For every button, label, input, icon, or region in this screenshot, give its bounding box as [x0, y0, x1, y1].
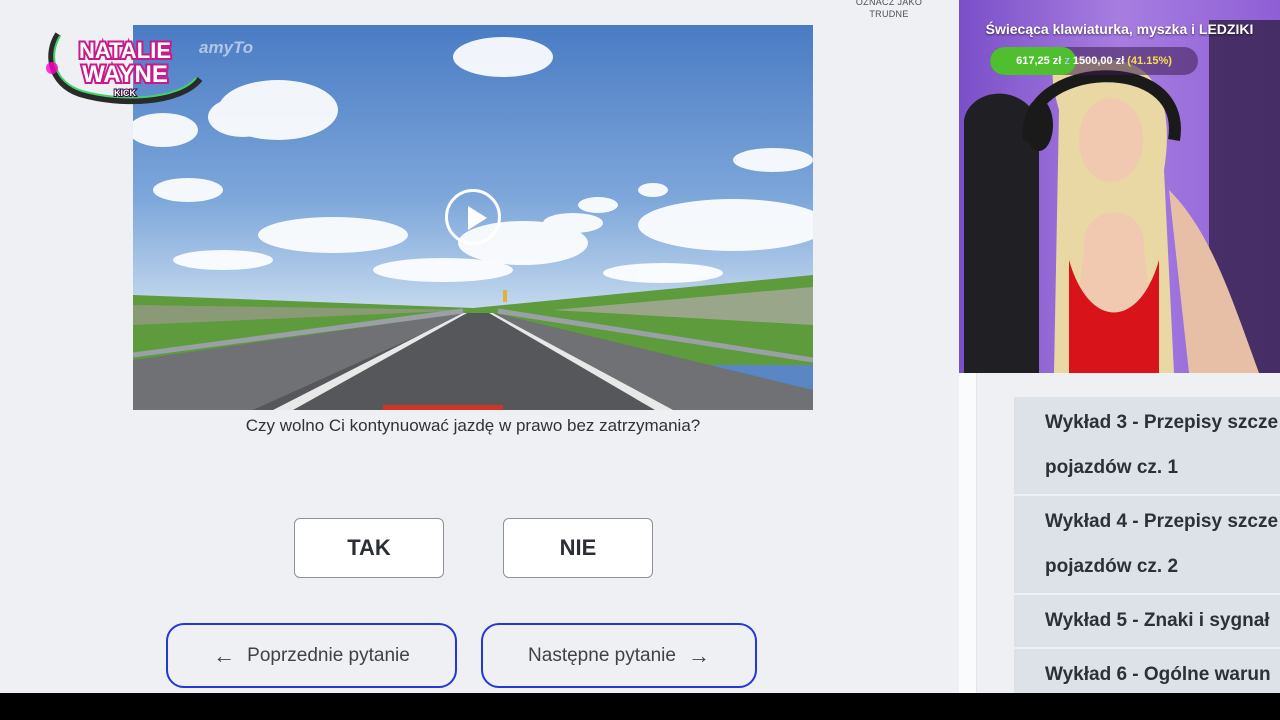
answer-no-button[interactable]: NIE — [503, 518, 653, 578]
lecture-title: Wykład 4 - Przepisy szcze — [1045, 511, 1279, 532]
lecture-subtitle: pojazdów cz. 2 — [1045, 556, 1179, 577]
goal-separator: z — [1064, 55, 1070, 67]
previous-question-label: Poprzednie pytanie — [247, 644, 410, 666]
lecture-subtitle: pojazdów cz. 1 — [1045, 457, 1179, 478]
donation-goal-title: Świecąca klawiaturka, myszka i LEDZIKI — [985, 21, 1254, 37]
previous-question-button[interactable]: ← Poprzednie pytanie — [166, 623, 457, 688]
question-video[interactable]: amyTo — [133, 25, 813, 410]
goal-percent: (41.15%) — [1127, 55, 1172, 67]
webcam-overlay: Świecąca klawiaturka, myszka i LEDZIKI 6… — [959, 0, 1280, 373]
lecture-title: Wykład 5 - Znaki i sygnał — [1045, 610, 1270, 631]
donation-goal-progress: 617,25 zł z 1500,00 zł (41.15%) — [990, 47, 1198, 75]
next-question-button[interactable]: Następne pytanie → — [481, 623, 757, 688]
arrow-left-icon: ← — [213, 642, 236, 668]
lecture-item-4[interactable]: Wykład 4 - Przepisy szcze pojazdów cz. 2 — [1014, 496, 1280, 595]
logo-line3: KICK — [114, 88, 136, 98]
lecture-title: Wykład 3 - Przepisy szcze — [1045, 412, 1279, 433]
screen-bottom-bar — [0, 693, 1280, 720]
arrow-right-icon: → — [687, 642, 710, 668]
question-text: Czy wolno Ci kontynuować jazdę w prawo b… — [245, 416, 701, 435]
logo-line1: NATALIE — [79, 38, 171, 63]
mark-as-hard-button[interactable]: OZNACZ JAKO TRUDNE — [848, 0, 930, 20]
logo-line2: WAYNE — [82, 61, 168, 88]
lecture-item-5[interactable]: Wykład 5 - Znaki i sygnał — [1014, 595, 1280, 649]
lecture-list: Wykład 3 - Przepisy szcze pojazdów cz. 1… — [1014, 397, 1280, 693]
quiz-page: OZNACZ JAKO TRUDNE amyTo NATALIE WAYNE K… — [0, 0, 960, 693]
lecture-title: Wykład 6 - Ogólne warun — [1045, 664, 1271, 685]
lecture-item-3[interactable]: Wykład 3 - Przepisy szcze pojazdów cz. 1 — [1014, 397, 1280, 496]
lecture-item-6[interactable]: Wykład 6 - Ogólne warun pojazdu — [1014, 649, 1280, 693]
play-icon[interactable] — [445, 189, 501, 245]
streamer-logo: NATALIE WAYNE KICK — [40, 24, 210, 112]
goal-target: 1500,00 zł — [1072, 55, 1125, 67]
goal-current: 617,25 zł — [1016, 55, 1062, 67]
answer-yes-button[interactable]: TAK — [294, 518, 444, 578]
course-sidebar: Wykład 3 - Przepisy szcze pojazdów cz. 1… — [959, 373, 1280, 693]
sidebar-scroll-rail[interactable] — [959, 373, 977, 693]
next-question-label: Następne pytanie — [528, 644, 676, 666]
donation-goal-text: 617,25 zł z 1500,00 zł (41.15%) — [990, 47, 1198, 75]
